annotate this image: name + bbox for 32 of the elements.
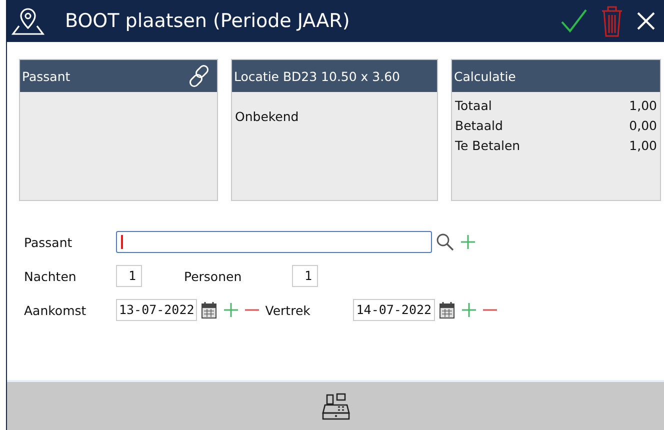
minus-icon[interactable]	[482, 308, 497, 312]
panel-title: Calculatie	[454, 68, 516, 84]
total-label: Te Betalen	[455, 137, 520, 155]
total-value: 1,00	[629, 97, 657, 115]
total-label: Betaald	[455, 117, 503, 135]
field-label: Aankomst	[24, 302, 88, 318]
nachten-input-field[interactable]: 1	[116, 265, 142, 287]
field-label: Passant	[24, 234, 74, 250]
total-value: 0,00	[629, 117, 657, 135]
field-label: Vertrek	[265, 302, 312, 318]
field-label: Personen	[184, 268, 243, 284]
panel-title: Passant	[22, 68, 70, 84]
personen-input-field[interactable]: 1	[292, 265, 318, 287]
total-value: 1,00	[629, 137, 657, 155]
window-title: BOOT plaatsen (Periode JAAR)	[65, 10, 350, 32]
date-input-field[interactable]: 13-07-2022	[116, 299, 198, 321]
link-icon[interactable]	[187, 64, 211, 88]
trash-icon[interactable]	[600, 5, 624, 37]
passant-input-field[interactable]	[116, 231, 432, 253]
cash-register-icon[interactable]	[320, 391, 350, 421]
search-icon[interactable]	[436, 233, 454, 251]
map-pin-icon	[11, 6, 45, 36]
minus-icon[interactable]	[245, 308, 260, 312]
panel-text: Onbekend	[235, 109, 300, 124]
date-input-field[interactable]: 14-07-2022	[353, 299, 435, 321]
panel-title: Locatie BD23 10.50 x 3.60	[234, 68, 400, 84]
field-label: Nachten	[24, 268, 78, 284]
total-label: Totaal	[455, 97, 492, 115]
confirm-icon[interactable]	[560, 8, 588, 34]
calendar-icon[interactable]	[438, 301, 455, 319]
calendar-icon[interactable]	[201, 301, 218, 319]
close-icon[interactable]	[636, 11, 656, 31]
